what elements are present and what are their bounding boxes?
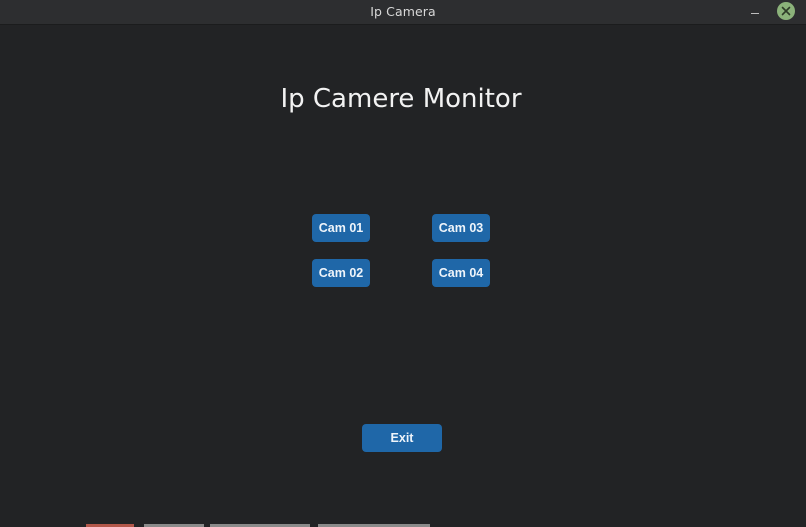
page-title: Ip Camere Monitor: [280, 84, 522, 114]
minimize-button[interactable]: [748, 2, 764, 20]
cam-03-button[interactable]: Cam 03: [432, 214, 490, 242]
exit-button[interactable]: Exit: [362, 424, 442, 452]
background-window-fragment: [801, 238, 806, 248]
app-body: Ip Camere Monitor Cam 01 Cam 03 Cam 02 C…: [0, 25, 806, 527]
minimize-icon: [751, 13, 759, 14]
close-button[interactable]: [777, 2, 795, 20]
cam-02-button[interactable]: Cam 02: [312, 259, 370, 287]
cam-01-button[interactable]: Cam 01: [312, 214, 370, 242]
app-window: Ip Camera Ip Camere Monitor Cam 01 Cam 0…: [0, 0, 806, 527]
background-terminal-fragment: [86, 523, 436, 527]
window-title: Ip Camera: [370, 4, 436, 19]
close-icon: [781, 6, 791, 16]
title-bar: Ip Camera: [0, 0, 806, 25]
cam-04-button[interactable]: Cam 04: [432, 259, 490, 287]
